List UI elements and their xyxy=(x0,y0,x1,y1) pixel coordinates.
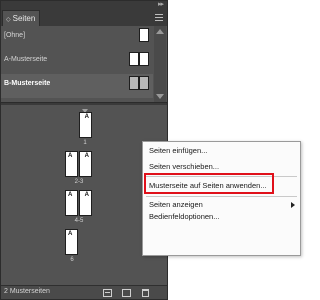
new-page-icon[interactable] xyxy=(122,289,131,297)
master-thumbnail xyxy=(139,28,149,42)
page-thumbnail[interactable]: A xyxy=(79,112,92,138)
page-master-letter: A xyxy=(68,231,73,237)
page-master-letter: A xyxy=(84,192,89,198)
menu-separator xyxy=(146,196,297,197)
master-thumbnail-right xyxy=(139,76,149,90)
tab-label: Seiten xyxy=(12,14,36,23)
master-label: B-Musterseite xyxy=(4,80,51,87)
master-row-none[interactable]: [Ohne] xyxy=(1,26,153,50)
menu-item-panel-options[interactable]: Bedienfeldoptionen... xyxy=(149,211,219,222)
tab-seiten[interactable]: ◇ Seiten xyxy=(2,10,40,26)
menu-item-insert-pages[interactable]: Seiten einfügen... xyxy=(149,145,207,156)
master-scrollbar[interactable] xyxy=(154,26,166,102)
master-label: [Ohne] xyxy=(4,32,26,39)
panel-top-bar: ▸▸ xyxy=(1,1,167,9)
page-label: 6 xyxy=(70,257,74,263)
edit-page-size-icon[interactable] xyxy=(103,289,112,297)
page-thumbnail[interactable]: A xyxy=(79,190,92,216)
page-label: 2-3 xyxy=(74,179,84,185)
highlight-annotation xyxy=(144,173,274,194)
scroll-down-icon[interactable] xyxy=(156,94,164,99)
page-master-letter: A xyxy=(68,153,73,159)
menu-item-show-pages[interactable]: Seiten anzeigen xyxy=(149,199,203,210)
page-thumbnail[interactable]: A xyxy=(65,151,78,177)
master-row-b[interactable]: B-Musterseite xyxy=(1,74,153,98)
master-thumbnail-left xyxy=(129,52,139,66)
context-menu: Seiten einfügen... Seiten verschieben...… xyxy=(142,141,301,256)
page-label: 4-5 xyxy=(74,218,84,224)
page-thumbnail[interactable]: A xyxy=(65,229,78,255)
master-count-status: 2 Musterseiten xyxy=(4,288,50,295)
trash-icon[interactable] xyxy=(142,289,149,297)
master-row-a[interactable]: A-Musterseite xyxy=(1,50,153,74)
panel-tab-bar: ◇ Seiten xyxy=(1,9,167,26)
scroll-up-icon[interactable] xyxy=(156,29,164,34)
menu-item-move-pages[interactable]: Seiten verschieben... xyxy=(149,161,219,172)
page-label: 1 xyxy=(83,140,87,146)
master-thumbnail-left xyxy=(129,76,139,90)
collapse-panel-icon[interactable]: ▸▸ xyxy=(158,0,164,8)
master-pages-section: [Ohne] A-Musterseite B-Musterseite xyxy=(1,26,167,102)
page-master-letter: A xyxy=(68,192,73,198)
page-thumbnail[interactable]: A xyxy=(79,151,92,177)
page-master-letter: A xyxy=(84,114,89,120)
master-thumbnail-right xyxy=(139,52,149,66)
panel-footer: 2 Musterseiten xyxy=(1,285,167,299)
page-master-letter: A xyxy=(84,153,89,159)
master-label: A-Musterseite xyxy=(4,56,48,63)
page-thumbnail[interactable]: A xyxy=(65,190,78,216)
submenu-arrow-icon xyxy=(291,202,295,208)
tab-arrows-icon: ◇ xyxy=(6,17,11,23)
panel-menu-icon[interactable] xyxy=(155,14,163,21)
